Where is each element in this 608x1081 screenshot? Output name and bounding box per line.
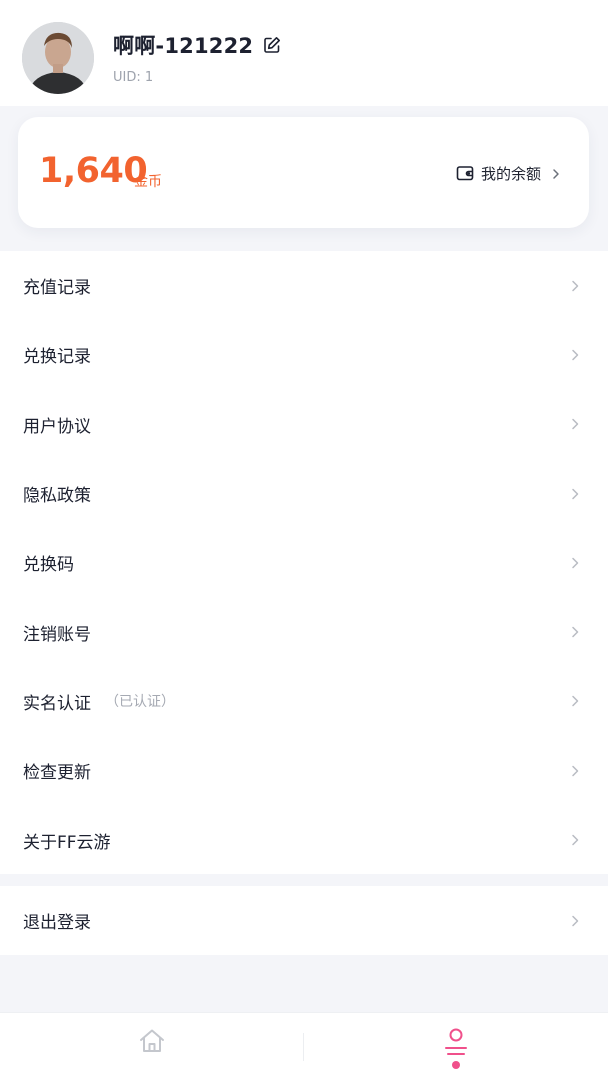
menu-item-privacy-policy[interactable]: 隐私政策 [0,459,608,528]
tab-mine[interactable] [304,1013,608,1081]
menu-item-exchange-records[interactable]: 兑换记录 [0,320,608,389]
username-row: 啊啊-121222 [113,30,281,60]
chevron-right-icon [572,280,579,291]
profile-header: 啊啊-121222 UID: 1 [0,0,608,106]
chevron-right-icon [572,488,579,499]
logout-label: 退出登录 [23,913,91,933]
menu-item-label: 检查更新 [23,763,91,784]
settings-menu: 充值记录 兑换记录 用户协议 隐私政策 兑换码 注销账号 实名认证 （已认证） … [0,251,608,874]
balance-unit: 金币 [134,174,162,190]
chevron-right-icon [572,765,579,776]
username: 啊啊-121222 [113,34,254,58]
balance-card: 1,640 金币 我的余额 [18,117,589,228]
menu-item-label: 关于FF云游 [23,832,111,853]
verification-status: （已认证） [105,694,175,711]
user-icon [445,1028,467,1055]
chevron-right-icon [572,349,579,361]
tab-home[interactable] [0,1013,304,1081]
menu-item-label: 注销账号 [23,624,91,645]
menu-item-label: 实名认证 [23,693,91,714]
uid-text: UID: 1 [113,70,154,85]
home-icon [140,1029,164,1052]
edit-icon[interactable] [263,36,281,54]
chevron-right-icon [572,915,579,926]
menu-item-user-agreement[interactable]: 用户协议 [0,390,608,459]
logout-section: 退出登录 [0,886,608,955]
menu-item-label: 隐私政策 [23,486,91,507]
chevron-right-icon [572,418,579,430]
menu-item-label: 充值记录 [23,278,91,299]
active-tab-indicator [452,1061,460,1069]
chevron-right-icon [572,834,579,846]
menu-item-label: 兑换码 [23,555,74,576]
my-balance-label: 我的余额 [480,164,541,183]
menu-item-check-update[interactable]: 检查更新 [0,736,608,805]
wallet-icon [456,164,474,182]
menu-item-about[interactable]: 关于FF云游 [0,805,608,874]
chevron-right-icon [572,557,579,569]
chevron-right-icon [551,166,561,180]
menu-item-label: 兑换记录 [23,347,91,368]
avatar[interactable] [22,22,94,94]
my-balance-link[interactable]: 我的余额 [456,161,561,185]
balance-amount: 1,640 [39,151,148,191]
chevron-right-icon [572,626,579,638]
menu-item-redeem-code[interactable]: 兑换码 [0,528,608,597]
menu-item-label: 用户协议 [23,416,91,437]
menu-item-real-name-verification[interactable]: 实名认证 （已认证） [0,667,608,736]
menu-item-recharge-records[interactable]: 充值记录 [0,251,608,320]
bottom-tab-bar [0,1012,608,1081]
chevron-right-icon [572,696,579,707]
logout-button[interactable]: 退出登录 [0,886,608,955]
menu-item-delete-account[interactable]: 注销账号 [0,597,608,666]
